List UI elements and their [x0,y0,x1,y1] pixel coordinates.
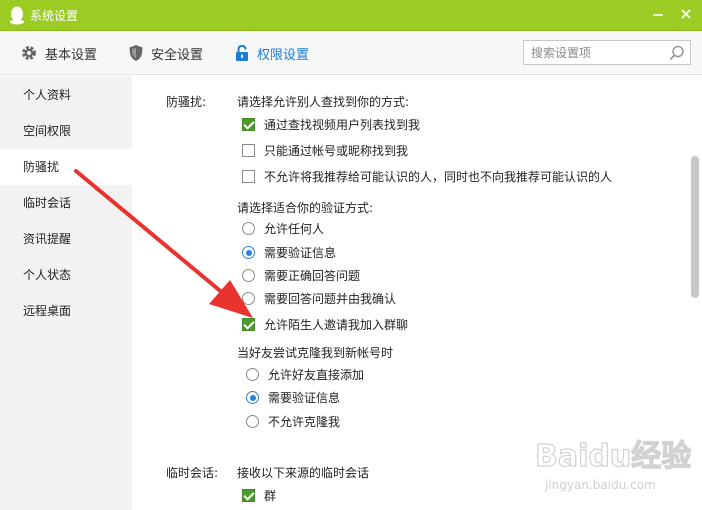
radio[interactable] [246,415,259,428]
find-method-heading: 请选择允许别人查找到你的方式: [237,95,410,109]
sidebar-item-anti-harass[interactable]: 防骚扰 [0,149,132,185]
clone-option-allow[interactable]: 允许好友直接添加 [246,366,364,383]
verify-method-heading: 请选择适合你的验证方式: [237,201,374,215]
scrollbar-thumb[interactable] [691,156,699,298]
option-label: 需要验证信息 [264,246,337,260]
minimize-icon[interactable] [650,6,666,22]
tab-security-settings[interactable]: 安全设置 [128,31,203,75]
lock-icon [236,44,248,61]
radio[interactable] [242,269,255,282]
temp-session-heading: 接收以下来源的临时会话 [237,466,370,480]
checkbox[interactable] [242,170,255,183]
search-box[interactable] [523,40,691,65]
option-label: 允许好友直接添加 [268,368,365,382]
checkbox[interactable] [242,144,255,157]
sidebar: 个人资料 空间权限 防骚扰 临时会话 资讯提醒 个人状态 远程桌面 [0,76,132,510]
checkbox[interactable] [242,318,255,331]
temp-session-label: 临时会话: [166,466,219,480]
toolbar: 基本设置 安全设置 权限设置 [0,31,702,75]
sidebar-item-news-reminder[interactable]: 资讯提醒 [0,221,132,257]
option-label: 不允许克隆我 [268,415,341,429]
option-label: 需要正确回答问题 [264,269,361,283]
gear-icon [22,46,36,60]
watermark-url: jingyan.baidu.com [545,478,656,492]
verify-option-answer-question[interactable]: 需要正确回答问题 [242,267,360,284]
search-icon[interactable] [668,44,686,62]
shield-icon [129,45,143,61]
radio[interactable] [242,246,255,259]
radio[interactable] [242,222,255,235]
find-option-video-list[interactable]: 通过查找视频用户列表找到我 [242,116,420,133]
checkbox[interactable] [242,118,255,131]
radio[interactable] [242,292,255,305]
anti-harass-label: 防骚扰: [166,95,207,109]
tab-permission-settings[interactable]: 权限设置 [234,31,309,75]
clone-option-need-info[interactable]: 需要验证信息 [246,389,340,406]
tab-label: 安全设置 [151,47,204,63]
option-label: 需要回答问题并由我确认 [264,292,397,306]
sidebar-item-personal-status[interactable]: 个人状态 [0,257,132,293]
tab-label: 权限设置 [257,47,310,63]
sidebar-item-space-permission[interactable]: 空间权限 [0,113,132,149]
search-input[interactable] [524,41,664,64]
close-icon[interactable] [678,6,694,22]
clone-option-deny[interactable]: 不允许克隆我 [246,413,340,430]
baidu-watermark-logo: Baidu经验 [535,438,692,474]
title-bar: 系统设置 [0,0,702,31]
sidebar-item-temp-session[interactable]: 临时会话 [0,185,132,221]
option-label: 群 [264,489,277,503]
radio[interactable] [246,368,259,381]
window-title: 系统设置 [30,9,79,23]
qq-logo-icon [10,6,24,25]
tab-basic-settings[interactable]: 基本设置 [20,31,97,75]
option-label: 不允许将我推荐给可能认识的人，同时也不向我推荐可能认识的人 [264,170,613,184]
verify-option-answer-confirm[interactable]: 需要回答问题并由我确认 [242,290,396,307]
sidebar-item-profile[interactable]: 个人资料 [0,77,132,113]
find-option-no-recommend[interactable]: 不允许将我推荐给可能认识的人，同时也不向我推荐可能认识的人 [242,168,612,185]
svg-text:Baidu经验: Baidu经验 [535,439,691,474]
option-label: 允许任何人 [264,222,325,236]
find-option-account-only[interactable]: 只能通过帐号或昵称找到我 [242,142,408,159]
verify-option-need-info[interactable]: 需要验证信息 [242,244,336,261]
temp-session-option-group[interactable]: 群 [242,487,276,504]
tab-label: 基本设置 [45,47,98,63]
sidebar-item-remote-desktop[interactable]: 远程桌面 [0,293,132,329]
option-label: 通过查找视频用户列表找到我 [264,118,421,132]
group-invite-option[interactable]: 允许陌生人邀请我加入群聊 [242,316,408,333]
checkbox[interactable] [242,489,255,502]
verify-option-anyone[interactable]: 允许任何人 [242,220,324,237]
radio[interactable] [246,391,259,404]
clone-heading: 当好友尝试克隆我到新帐号时 [237,346,394,360]
option-label: 允许陌生人邀请我加入群聊 [264,318,409,332]
option-label: 需要验证信息 [268,391,341,405]
option-label: 只能通过帐号或昵称找到我 [264,144,409,158]
